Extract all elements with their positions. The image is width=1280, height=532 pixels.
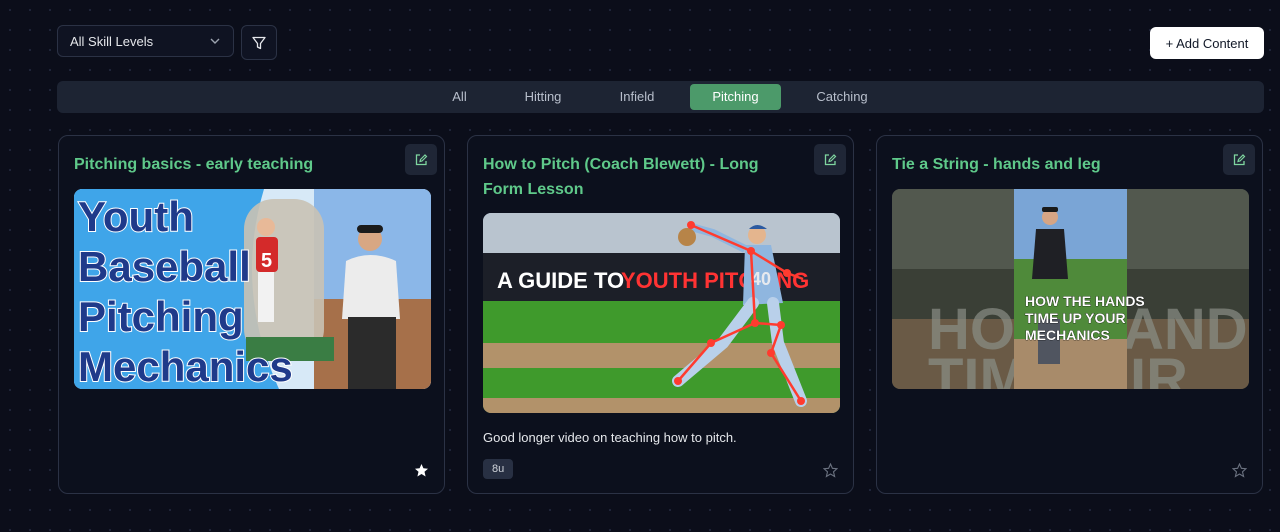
edit-icon [1233, 153, 1246, 165]
thumbnail-text: Mechanics [78, 343, 293, 389]
thumbnail-text: YOUTH PITCHING [621, 268, 809, 293]
edit-button[interactable] [1223, 144, 1255, 175]
skill-level-select-value: All Skill Levels [70, 33, 154, 49]
video-thumbnail[interactable]: 5 Youth Baseball Pitching Mechanics [74, 189, 431, 389]
content-card[interactable]: Tie a String - hands and leg HOW TIME AN… [876, 135, 1263, 494]
edit-button[interactable] [405, 144, 437, 175]
card-title[interactable]: How to Pitch (Coach Blewett) - Long Form… [483, 152, 798, 202]
thumbnail-text: MECHANICS [1025, 327, 1110, 343]
thumbnail-image: HOW TIME ANDS IR HOW THE HANDS TIME UP Y… [892, 189, 1249, 389]
star-icon[interactable] [1232, 463, 1247, 478]
card-description: Good longer video on teaching how to pit… [483, 430, 737, 445]
thumbnail-image: 5 Youth Baseball Pitching Mechanics [74, 189, 431, 389]
thumbnail-text: Youth [78, 193, 194, 240]
edit-button[interactable] [814, 144, 846, 175]
edit-icon [824, 153, 837, 165]
thumbnail-text: Pitching [78, 293, 244, 340]
age-tag-badge: 8u [483, 459, 514, 479]
filter-button[interactable] [241, 25, 277, 60]
chevron-down-icon [210, 38, 220, 44]
add-content-button[interactable]: + Add Content [1150, 27, 1264, 59]
thumbnail-image: A GUIDE TO YOUTH PITCHING 40 [483, 213, 840, 413]
jersey-number: 5 [261, 250, 272, 272]
tab-infield[interactable]: Infield [604, 84, 670, 110]
tab-catching[interactable]: Catching [802, 84, 882, 110]
thumbnail-text: TIME UP YOUR [1025, 310, 1126, 326]
tab-all[interactable]: All [437, 84, 482, 110]
star-icon[interactable] [823, 463, 838, 478]
skill-level-select[interactable]: All Skill Levels [57, 25, 234, 57]
tab-hitting[interactable]: Hitting [509, 84, 577, 110]
content-card[interactable]: Pitching basics - early teaching 5 Youth… [58, 135, 445, 494]
thumbnail-text: HOW THE HANDS [1025, 293, 1145, 309]
card-title[interactable]: Pitching basics - early teaching [74, 152, 389, 177]
video-thumbnail[interactable]: A GUIDE TO YOUTH PITCHING 40 [483, 213, 840, 413]
filter-icon [252, 36, 266, 49]
card-title[interactable]: Tie a String - hands and leg [892, 152, 1207, 177]
tab-pitching[interactable]: Pitching [690, 84, 781, 110]
star-icon-filled[interactable] [414, 463, 429, 478]
video-thumbnail[interactable]: HOW TIME ANDS IR HOW THE HANDS TIME UP Y… [892, 189, 1249, 389]
category-tabs: All Hitting Infield Pitching Catching [57, 81, 1264, 113]
content-card[interactable]: How to Pitch (Coach Blewett) - Long Form… [467, 135, 854, 494]
thumbnail-text: A GUIDE TO [497, 268, 624, 293]
background-text: IR [1130, 347, 1188, 389]
thumbnail-text: Baseball [78, 243, 251, 290]
edit-icon [415, 153, 428, 165]
